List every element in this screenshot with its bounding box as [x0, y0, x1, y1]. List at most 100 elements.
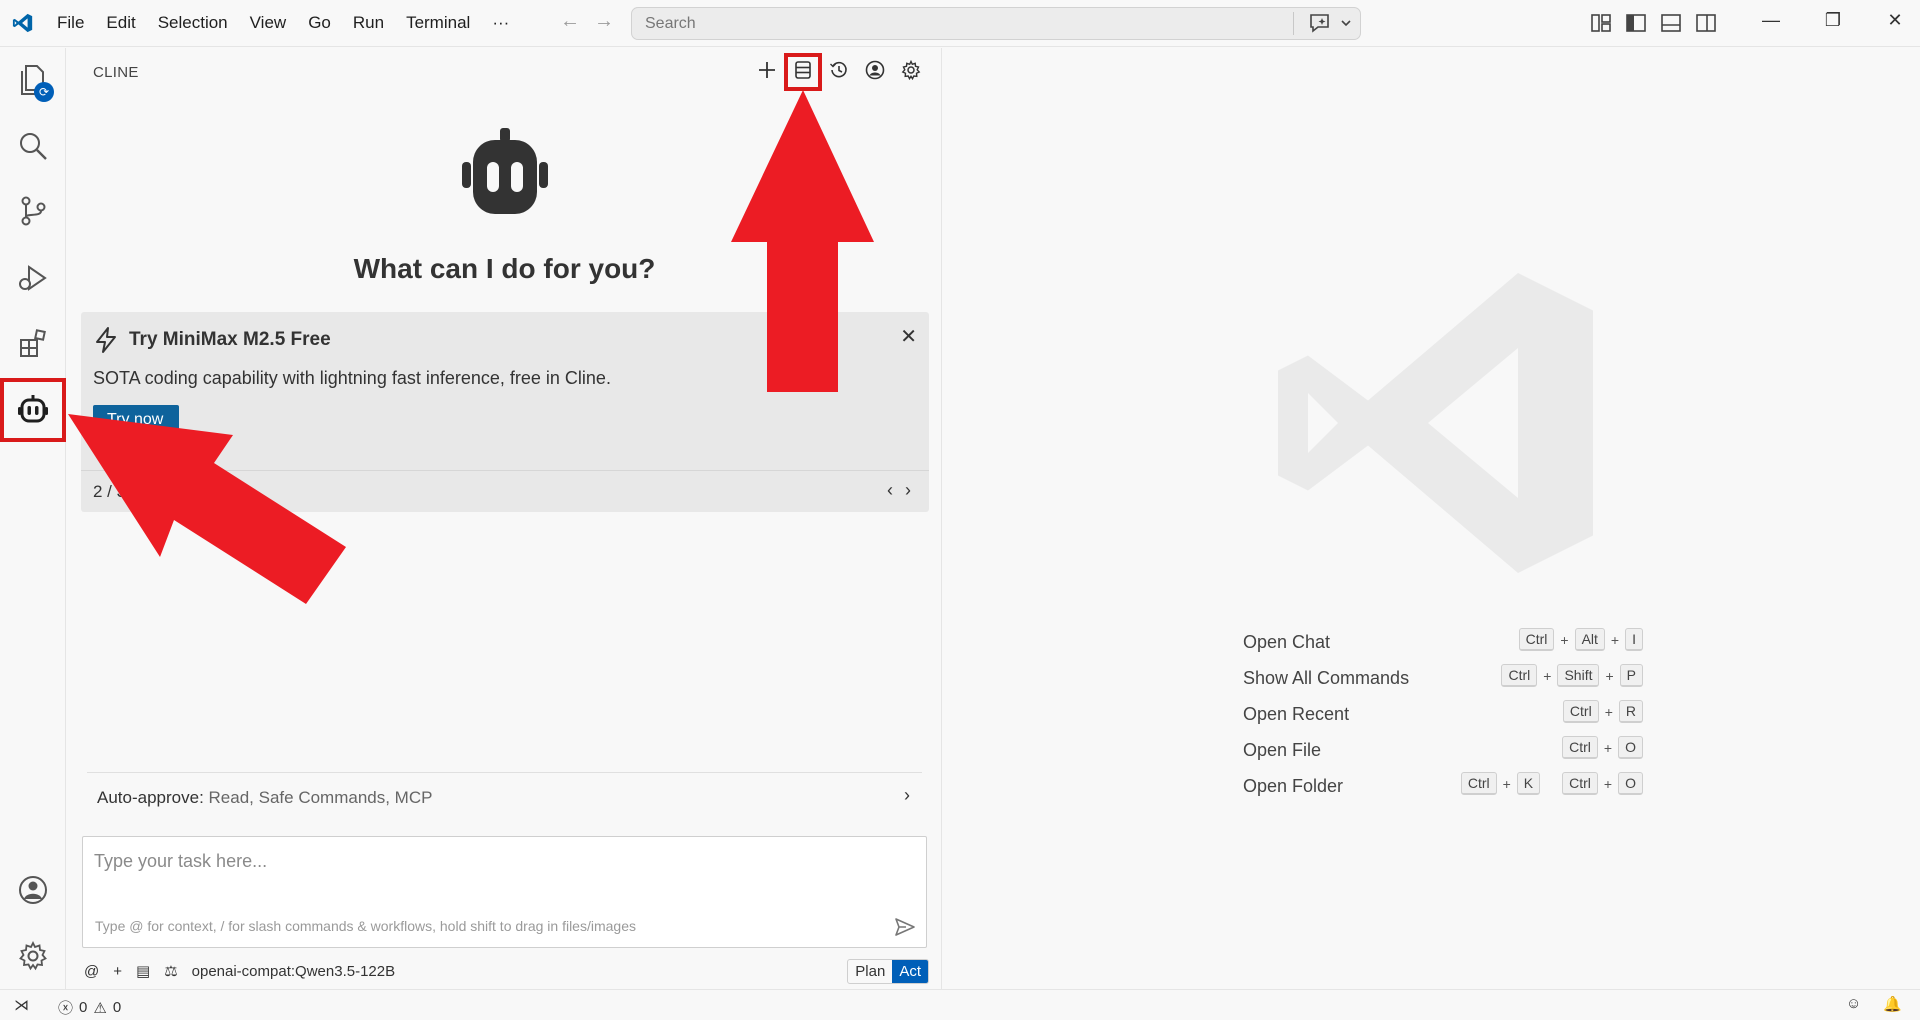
- shortcut-keys: Ctrl + Shift + P: [1501, 664, 1643, 687]
- shortcut-keys: Ctrl + Alt + I: [1518, 628, 1643, 651]
- plan-act-toggle[interactable]: Plan Act: [847, 959, 929, 984]
- new-task-plus-icon[interactable]: [755, 58, 779, 82]
- key-cap: R: [1618, 700, 1643, 723]
- run-debug-icon[interactable]: [13, 258, 53, 298]
- menu-terminal[interactable]: Terminal: [395, 13, 481, 33]
- cline-panel: CLINE What can I do for you? Try MiniMax…: [67, 48, 942, 989]
- key-cap: Ctrl: [1562, 700, 1599, 723]
- scale-icon[interactable]: ⚖: [164, 962, 177, 980]
- shortcut-name: Open Folder: [1243, 776, 1344, 796]
- rules-list-icon[interactable]: ▤: [136, 962, 150, 980]
- shortcut-name: Open Chat: [1243, 632, 1331, 652]
- close-window-icon[interactable]: ✕: [1864, 10, 1920, 31]
- restore-icon[interactable]: ❐: [1802, 10, 1864, 31]
- key-cap: O: [1618, 772, 1643, 795]
- manage-gear-icon[interactable]: [13, 936, 53, 976]
- account-icon[interactable]: [863, 58, 887, 82]
- key-cap: I: [1625, 628, 1643, 651]
- auto-approve-text: Auto-approve: Read, Safe Commands, MCP: [97, 788, 432, 808]
- chevron-left-icon[interactable]: ‹: [887, 480, 893, 501]
- shortcut-row[interactable]: Open Folder Ctrl + K Ctrl + O: [1243, 770, 1643, 806]
- at-mention-icon[interactable]: @: [84, 963, 99, 980]
- command-center-search[interactable]: Search: [631, 7, 1361, 40]
- key-cap: K: [1516, 772, 1541, 795]
- shortcut-row[interactable]: Open Chat Ctrl + Alt + I: [1243, 626, 1643, 662]
- plus-separator: +: [1605, 667, 1614, 684]
- key-cap: Ctrl: [1518, 628, 1555, 651]
- promo-title: Try MiniMax M2.5 Free: [129, 329, 331, 350]
- key-cap: Ctrl: [1562, 772, 1598, 795]
- promo-banner: Try MiniMax M2.5 Free ✕ SOTA coding capa…: [81, 312, 929, 512]
- problems-indicator[interactable]: ⓧ 0 ⚠ 0: [58, 997, 121, 1018]
- settings-icon[interactable]: [899, 58, 923, 82]
- plus-separator: +: [1604, 703, 1613, 720]
- menu-go[interactable]: Go: [297, 13, 342, 33]
- panel-actions: [755, 58, 923, 82]
- account-icon[interactable]: [13, 870, 53, 910]
- add-plus-icon[interactable]: +: [113, 963, 122, 980]
- menu-edit[interactable]: Edit: [95, 13, 146, 33]
- warning-count: 0: [112, 999, 122, 1016]
- shortcut-row[interactable]: Show All Commands Ctrl + Shift + P: [1243, 662, 1643, 698]
- promo-page-indicator: 2 / 3: [93, 482, 127, 501]
- copilot-icon[interactable]: ☺: [1846, 995, 1861, 1013]
- plan-mode-button[interactable]: Plan: [848, 960, 892, 983]
- menu-selection[interactable]: Selection: [147, 13, 239, 33]
- chat-sparkle-icon: [1310, 14, 1329, 33]
- key-cap: P: [1619, 664, 1643, 687]
- chat-toggle[interactable]: [1308, 12, 1352, 34]
- plus-separator: +: [1560, 631, 1569, 648]
- vscode-logo-icon: [0, 12, 46, 34]
- auto-approve-value: Read, Safe Commands, MCP: [208, 788, 433, 807]
- key-cap: Ctrl: [1501, 664, 1538, 687]
- lightning-bolt-icon: [96, 327, 116, 353]
- chevron-right-icon[interactable]: ›: [904, 785, 910, 806]
- forward-arrow-icon[interactable]: →: [594, 10, 614, 33]
- welcome-heading: What can I do for you?: [353, 253, 656, 284]
- panel-title: CLINE: [93, 64, 139, 81]
- plus-separator: +: [1603, 775, 1613, 792]
- toggle-secondary-sidebar-icon[interactable]: [1695, 12, 1717, 34]
- shortcut-row[interactable]: Open Recent Ctrl + R: [1243, 698, 1643, 734]
- auto-approve-label: Auto-approve:: [97, 788, 204, 807]
- shortcut-keys: Ctrl + R: [1562, 700, 1643, 723]
- model-selector[interactable]: openai-compat:Qwen3.5-122B: [192, 963, 395, 980]
- customize-layout-icon[interactable]: [1590, 12, 1612, 34]
- cline-robot-logo-icon: [462, 128, 548, 225]
- shortcut-list: Open Chat Ctrl + Alt + I Show All Commands Ctrl…: [1243, 626, 1643, 806]
- vscode-watermark-icon: [1263, 243, 1623, 608]
- toggle-primary-sidebar-icon[interactable]: [1625, 12, 1647, 34]
- menu-bar: File Edit Selection View Go Run Terminal…: [46, 13, 520, 33]
- act-mode-button[interactable]: Act: [892, 960, 928, 983]
- close-icon[interactable]: ✕: [900, 324, 917, 349]
- search-placeholder: Search: [645, 14, 696, 32]
- status-bar: ⋊ ⓧ 0 ⚠ 0 ☺ 🔔: [0, 989, 1920, 1020]
- editor-area: Open Chat Ctrl + Alt + I Show All Commands Ctrl…: [943, 48, 1920, 989]
- extensions-icon[interactable]: [13, 324, 53, 364]
- shortcut-row[interactable]: Open File Ctrl + O: [1243, 734, 1643, 770]
- task-input[interactable]: Type your task here... Type @ for contex…: [82, 836, 927, 948]
- notifications-bell-icon[interactable]: 🔔: [1883, 995, 1902, 1013]
- key-cap: Shift: [1557, 664, 1600, 687]
- source-control-icon[interactable]: [13, 191, 53, 231]
- try-now-button[interactable]: Try now: [93, 405, 179, 433]
- remote-indicator-icon[interactable]: ⋊: [14, 996, 29, 1014]
- back-arrow-icon[interactable]: ←: [560, 10, 580, 33]
- menu-file[interactable]: File: [46, 13, 95, 33]
- chevron-right-icon[interactable]: ›: [905, 480, 911, 501]
- send-icon[interactable]: [894, 917, 916, 942]
- menu-view[interactable]: View: [239, 13, 298, 33]
- plus-separator: +: [1610, 631, 1620, 648]
- status-right: ☺ 🔔: [1846, 995, 1902, 1013]
- history-clock-icon[interactable]: [827, 58, 851, 82]
- search-icon[interactable]: [13, 126, 53, 166]
- minimize-icon[interactable]: —: [1740, 10, 1802, 31]
- auto-approve-bar[interactable]: Auto-approve: Read, Safe Commands, MCP ›: [87, 772, 922, 820]
- menu-run[interactable]: Run: [342, 13, 395, 33]
- menu-more[interactable]: ···: [481, 13, 520, 33]
- task-toolbar: @ + ▤ ⚖ openai-compat:Qwen3.5-122B Plan …: [84, 958, 929, 984]
- plus-separator: +: [1543, 667, 1552, 684]
- window-controls: — ❐ ✕: [1740, 10, 1920, 31]
- toggle-panel-icon[interactable]: [1660, 12, 1682, 34]
- plus-separator: +: [1603, 739, 1613, 756]
